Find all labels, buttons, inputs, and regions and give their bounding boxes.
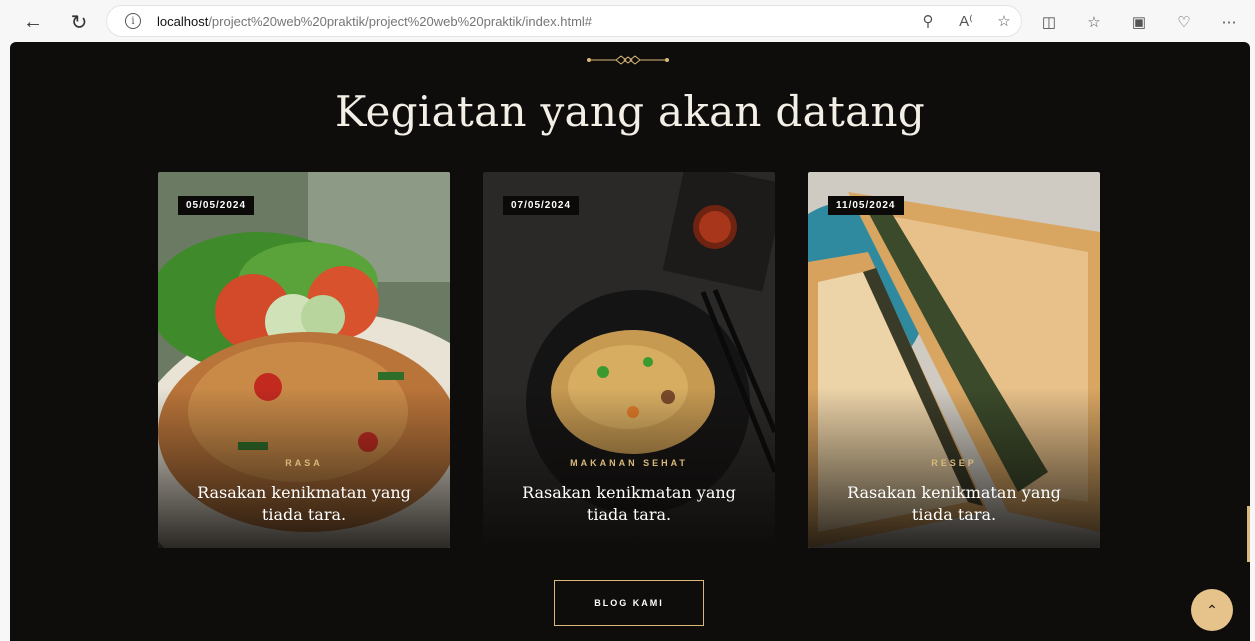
browser-essentials-icon[interactable]: ♡ [1175,13,1193,31]
event-card[interactable]: 07/05/2024 MAKANAN SEHAT Rasakan kenikma… [483,172,775,548]
chevron-up-icon: ⌃ [1206,601,1218,618]
section-title: Kegiatan yang akan datang [334,87,926,136]
event-card[interactable]: 11/05/2024 RESEP Rasakan kenikmatan yang… [808,172,1100,548]
event-date-badge: 07/05/2024 [503,196,580,215]
star-icon[interactable]: ☆ [995,12,1013,30]
read-aloud-icon[interactable]: A⁽ [957,12,975,30]
event-date-badge: 11/05/2024 [828,196,904,215]
event-caption[interactable]: Rasakan kenikmatan yang tiada tara. [513,482,745,526]
url-text[interactable]: localhost/project%20web%20praktik/projec… [157,14,592,29]
zoom-out-icon[interactable]: ⚲ [919,12,937,30]
refresh-icon[interactable]: ↻ [66,9,92,35]
event-date-badge: 05/05/2024 [178,196,255,215]
split-screen-icon[interactable]: ◫ [1040,13,1058,31]
event-category[interactable]: MAKANAN SEHAT [483,458,775,468]
event-caption[interactable]: Rasakan kenikmatan yang tiada tara. [188,482,420,526]
scroll-to-top-button[interactable]: ⌃ [1191,589,1233,631]
event-caption[interactable]: Rasakan kenikmatan yang tiada tara. [838,482,1070,526]
blog-button[interactable]: BLOG KAMI [554,580,704,626]
favorites-icon[interactable]: ☆ [1085,13,1103,31]
back-arrow-icon[interactable]: ← [20,9,46,35]
info-icon[interactable]: i [125,13,141,29]
collections-icon[interactable]: ▣ [1130,13,1148,31]
divider-ornament-icon [587,55,669,65]
browser-toolbar: ← ↻ i localhost/project%20web%20praktik/… [0,0,1255,42]
event-category[interactable]: RESEP [808,458,1100,468]
side-tab[interactable] [1247,506,1250,562]
event-card[interactable]: 05/05/2024 RASA Rasakan kenikmatan yang … [158,172,450,548]
more-icon[interactable]: ⋯ [1220,13,1238,31]
events-section: Kegiatan yang akan datang 05/05/2024 RAS… [10,42,1250,641]
event-category[interactable]: RASA [158,458,450,468]
address-bar[interactable]: i localhost/project%20web%20praktik/proj… [106,5,1022,37]
